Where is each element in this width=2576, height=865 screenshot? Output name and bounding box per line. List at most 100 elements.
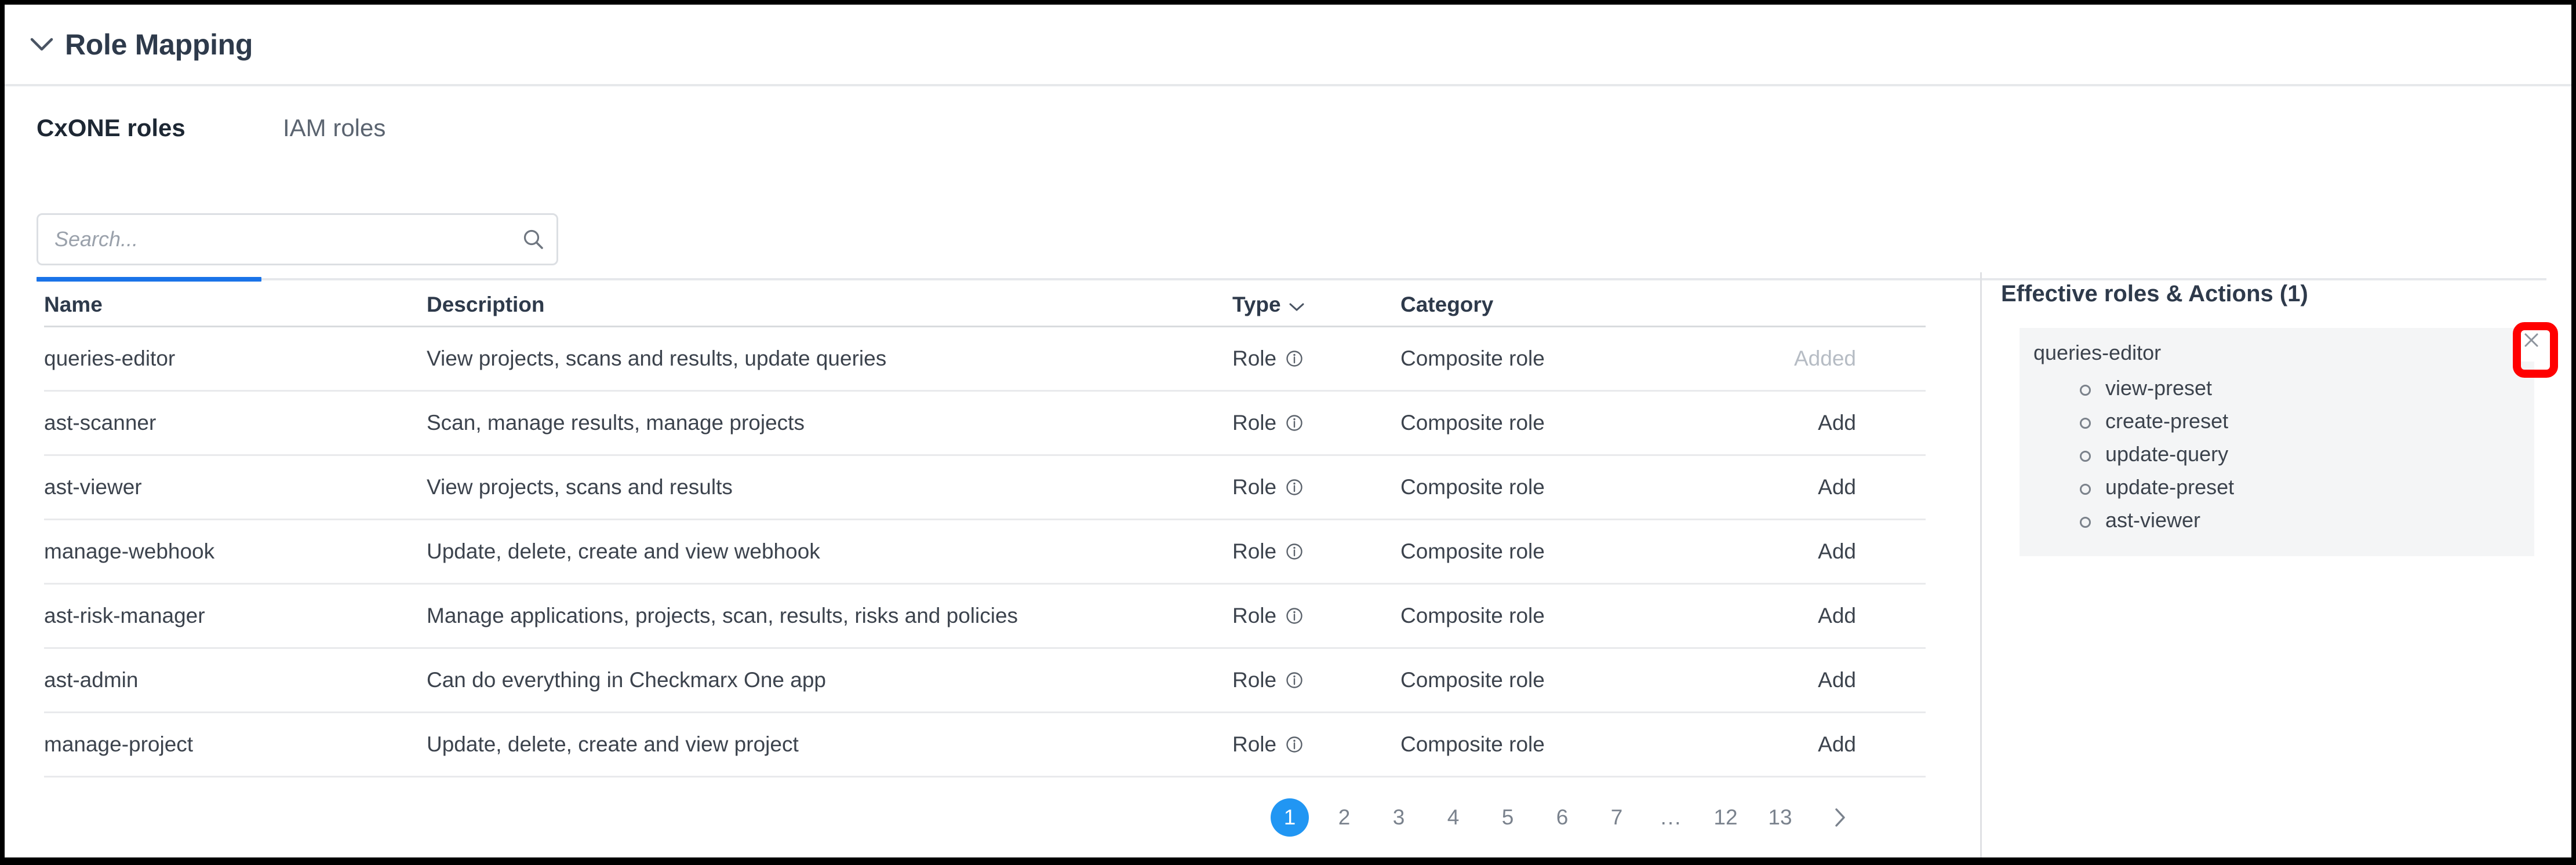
table-row[interactable]: ast-viewer View projects, scans and resul… (44, 454, 1926, 519)
table-row[interactable]: manage-webhook Update, delete, create and… (44, 519, 1926, 583)
cell-type-label: Role (1232, 604, 1277, 627)
cell-action: Add (1748, 539, 1926, 564)
cell-type: Role (1232, 411, 1400, 435)
cell-type: Role (1232, 539, 1400, 564)
cell-description: Scan, manage results, manage projects (427, 411, 805, 435)
effective-role-card: queries-editor view-preset create-preset u… (2020, 319, 2548, 557)
table-bottom-divider (44, 776, 1926, 778)
effective-action-item: create-preset (2079, 405, 2520, 438)
cell-name: ast-scanner (44, 411, 157, 435)
info-icon[interactable] (1286, 479, 1303, 496)
cell-category: Composite role (1400, 539, 1545, 563)
effective-action-item: view-preset (2079, 372, 2520, 405)
section-header: Role Mapping (5, 5, 2571, 84)
cell-type-label: Role (1232, 411, 1277, 435)
tab-cxone-roles[interactable]: CxONE roles (37, 114, 185, 148)
table-row[interactable]: ast-admin Can do everything in Checkmarx … (44, 647, 1926, 711)
table-header-row: Name Description Type Category (44, 284, 1926, 326)
cell-name: ast-risk-manager (44, 604, 205, 627)
add-role-button[interactable]: Add (1818, 668, 1856, 692)
info-icon[interactable] (1286, 414, 1303, 432)
add-role-button[interactable]: Add (1818, 732, 1856, 756)
pagination-page-5[interactable]: 5 (1489, 798, 1527, 837)
cell-name: ast-admin (44, 668, 139, 692)
panel-divider (1980, 272, 1982, 857)
effective-action-item: ast-viewer (2079, 504, 2520, 537)
add-role-button[interactable]: Add (1818, 604, 1856, 627)
pagination-page-1[interactable]: 1 (1271, 798, 1309, 837)
column-header-name: Name (44, 293, 103, 316)
cell-description: View projects, scans and results (427, 475, 733, 499)
column-header-description: Description (427, 293, 545, 316)
cell-description: View projects, scans and results, update… (427, 346, 887, 370)
table-row[interactable]: ast-risk-manager Manage applications, pro… (44, 583, 1926, 647)
table-row[interactable]: manage-project Update, delete, create and… (44, 711, 1926, 776)
table-body: queries-editor View projects, scans and r… (44, 326, 1926, 776)
cell-action: Add (1748, 668, 1926, 692)
cell-category: Composite role (1400, 604, 1545, 627)
effective-roles-panel: Effective roles & Actions (1) queries-ed… (1994, 272, 2568, 557)
info-icon[interactable] (1286, 543, 1303, 560)
pagination-page-13[interactable]: 13 (1761, 798, 1799, 837)
cell-type: Role (1232, 668, 1400, 692)
column-header-type[interactable]: Type (1232, 293, 1400, 317)
cell-type: Role (1232, 475, 1400, 499)
effective-action-item: update-query (2079, 438, 2520, 471)
add-role-button[interactable]: Add (1818, 411, 1856, 435)
cell-description: Update, delete, create and view webhook (427, 539, 820, 563)
cell-category: Composite role (1400, 411, 1545, 435)
cell-category: Composite role (1400, 346, 1545, 370)
cell-action: Add (1748, 411, 1926, 435)
cell-name: manage-project (44, 732, 194, 756)
cell-type-label: Role (1232, 732, 1277, 756)
cell-description: Manage applications, projects, scan, res… (427, 604, 1018, 627)
pagination-page-2[interactable]: 2 (1325, 798, 1363, 837)
cell-action: Add (1748, 732, 1926, 757)
cell-category: Composite role (1400, 732, 1545, 756)
info-icon[interactable] (1286, 607, 1303, 625)
pagination-page-12[interactable]: 12 (1707, 798, 1745, 837)
add-role-button[interactable]: Add (1818, 475, 1856, 499)
tab-bar: CxONE roles IAM roles (5, 106, 2571, 282)
search-icon[interactable] (510, 215, 556, 264)
search-box[interactable] (37, 213, 558, 265)
cell-description: Can do everything in Checkmarx One app (427, 668, 826, 692)
chevron-down-icon[interactable] (1289, 293, 1304, 317)
cell-type-label: Role (1232, 346, 1277, 370)
effective-roles-title: Effective roles & Actions (1) (2001, 281, 2308, 306)
column-header-category: Category (1400, 293, 1494, 316)
table-row[interactable]: ast-scanner Scan, manage results, manage … (44, 390, 1926, 454)
cell-category: Composite role (1400, 475, 1545, 499)
cell-description: Update, delete, create and view project (427, 732, 799, 756)
close-icon[interactable] (2515, 319, 2548, 362)
pagination-page-4[interactable]: 4 (1434, 798, 1472, 837)
chevron-down-icon[interactable] (29, 32, 54, 57)
info-icon[interactable] (1286, 350, 1303, 367)
role-mapping-panel: Role Mapping CxONE roles IAM roles Name … (5, 5, 2571, 857)
tab-iam-roles[interactable]: IAM roles (283, 114, 385, 148)
info-icon[interactable] (1286, 671, 1303, 689)
tab-active-indicator (37, 277, 261, 282)
pagination-page-7[interactable]: 7 (1598, 798, 1636, 837)
cell-action: Add (1748, 475, 1926, 499)
cell-name: queries-editor (44, 346, 176, 370)
column-header-type-label: Type (1232, 293, 1281, 316)
chevron-right-icon[interactable] (1821, 798, 1860, 837)
pagination-page-6[interactable]: 6 (1543, 798, 1581, 837)
info-icon[interactable] (1286, 736, 1303, 753)
cell-action: Added (1748, 346, 1926, 371)
add-role-button[interactable]: Add (1818, 539, 1856, 563)
cell-name: manage-webhook (44, 539, 215, 563)
effective-role-name: queries-editor (2033, 341, 2162, 364)
search-input[interactable] (38, 227, 510, 251)
added-label: Added (1794, 346, 1856, 370)
roles-table: Name Description Type Category queries-e… (44, 284, 1926, 778)
cell-category: Composite role (1400, 668, 1545, 692)
cell-type: Role (1232, 346, 1400, 371)
header-divider (5, 84, 2571, 86)
table-row[interactable]: queries-editor View projects, scans and r… (44, 326, 1926, 390)
pagination-page-3[interactable]: 3 (1380, 798, 1418, 837)
effective-action-item: update-preset (2079, 471, 2520, 504)
effective-actions-list: view-preset create-preset update-query upda… (2079, 372, 2520, 536)
cell-type: Role (1232, 604, 1400, 628)
